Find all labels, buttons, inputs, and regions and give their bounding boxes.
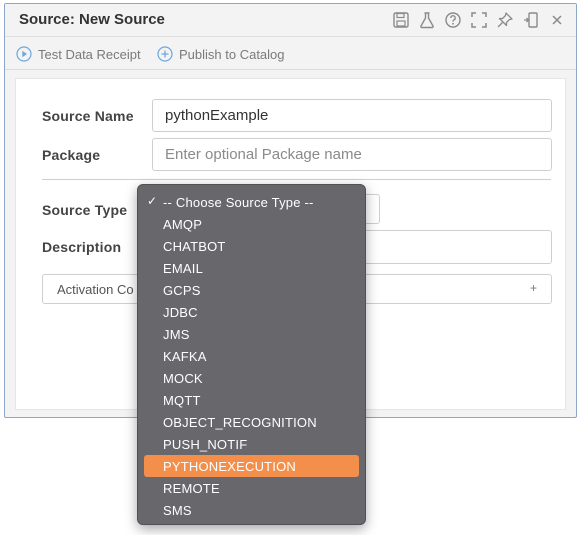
dropdown-option[interactable]: JDBC	[144, 301, 359, 323]
package-input[interactable]: Enter optional Package name	[152, 138, 552, 171]
dock-icon[interactable]	[522, 11, 540, 29]
source-name-label: Source Name	[42, 108, 134, 124]
dropdown-option[interactable]: OBJECT_RECOGNITION	[144, 411, 359, 433]
dropdown-option[interactable]: JMS	[144, 323, 359, 345]
play-icon	[16, 46, 32, 62]
dropdown-option[interactable]: SMS	[144, 499, 359, 521]
source-type-label: Source Type	[42, 202, 128, 218]
window-title: Source: New Source	[19, 11, 165, 28]
save-icon[interactable]	[392, 11, 410, 29]
publish-to-catalog-button[interactable]: Publish to Catalog	[157, 44, 285, 64]
expand-plus-icon: +	[529, 281, 537, 295]
pin-icon[interactable]	[496, 11, 514, 29]
source-type-dropdown-menu: ✓ -- Choose Source Type -- AMQP CHATBOT E…	[137, 184, 366, 525]
close-icon[interactable]	[548, 11, 566, 29]
dropdown-option[interactable]: EMAIL	[144, 257, 359, 279]
dropdown-option[interactable]: MQTT	[144, 389, 359, 411]
activation-conditions-label: Activation Co	[57, 281, 134, 297]
fullscreen-icon[interactable]	[470, 11, 488, 29]
test-data-receipt-button[interactable]: Test Data Receipt	[16, 44, 141, 64]
description-label: Description	[42, 239, 122, 255]
publish-to-catalog-label: Publish to Catalog	[179, 46, 285, 62]
dropdown-option[interactable]: KAFKA	[144, 345, 359, 367]
dropdown-option[interactable]: MOCK	[144, 367, 359, 389]
dropdown-option[interactable]: PUSH_NOTIF	[144, 433, 359, 455]
dropdown-option-highlighted[interactable]: PYTHONEXECUTION	[144, 455, 359, 477]
divider	[42, 179, 551, 180]
title-bar: Source: New Source	[5, 4, 576, 37]
dropdown-option[interactable]: ✓ -- Choose Source Type --	[144, 191, 359, 213]
action-toolbar: Test Data Receipt Publish to Catalog	[5, 38, 576, 70]
test-data-receipt-label: Test Data Receipt	[38, 46, 141, 62]
dropdown-option[interactable]: CHATBOT	[144, 235, 359, 257]
help-icon[interactable]	[444, 11, 462, 29]
source-name-input[interactable]: pythonExample	[152, 99, 552, 132]
dropdown-option[interactable]: REMOTE	[144, 477, 359, 499]
package-label: Package	[42, 147, 101, 163]
checkmark-icon: ✓	[147, 194, 158, 208]
flask-icon[interactable]	[418, 11, 436, 29]
dropdown-option[interactable]: GCPS	[144, 279, 359, 301]
plus-circle-icon	[157, 46, 173, 62]
dropdown-option[interactable]: AMQP	[144, 213, 359, 235]
